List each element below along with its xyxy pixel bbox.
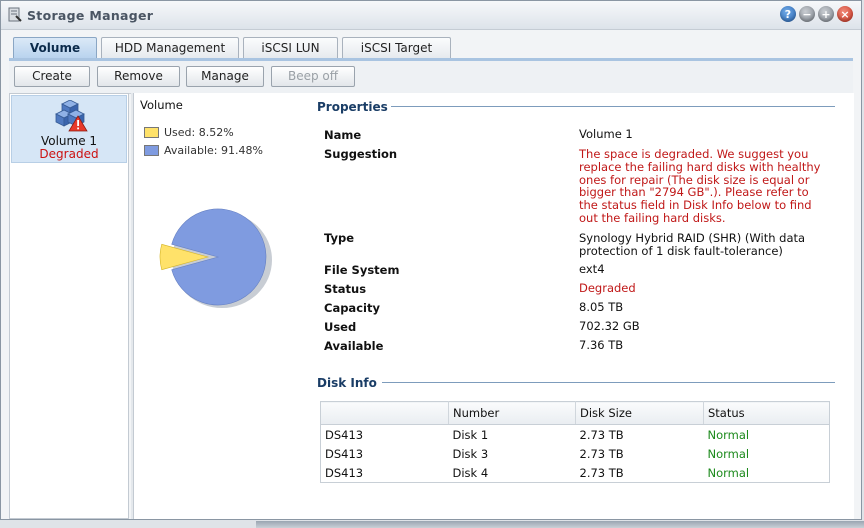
- properties-rule: [391, 106, 835, 107]
- remove-button[interactable]: Remove: [97, 66, 180, 87]
- prop-value-status: Degraded: [579, 281, 636, 295]
- used-label: Used: 8.52%: [164, 126, 234, 139]
- title-bar: Storage Manager ? − + ×: [1, 1, 861, 30]
- legend-available: Available: 91.48%: [144, 144, 263, 157]
- prop-label-used: Used: [324, 320, 357, 334]
- prop-label-suggestion: Suggestion: [324, 147, 398, 161]
- usage-panel: Volume Used: 8.52% Available: 91.48%: [133, 93, 301, 519]
- available-swatch: [144, 145, 159, 156]
- prop-label-capacity: Capacity: [324, 301, 380, 315]
- table-row[interactable]: DS413 Disk 4 2.73 TB Normal: [321, 463, 830, 483]
- help-icon[interactable]: ?: [780, 6, 796, 22]
- prop-value-name: Volume 1: [579, 127, 633, 141]
- table-row[interactable]: DS413 Disk 3 2.73 TB Normal: [321, 444, 830, 463]
- properties-heading: Properties: [317, 100, 388, 114]
- cell-device: DS413: [325, 446, 364, 461]
- storage-manager-app-icon: [8, 7, 22, 22]
- close-icon[interactable]: ×: [837, 6, 853, 22]
- usage-title: Volume: [140, 98, 183, 112]
- cell-disk-size: 2.73 TB: [579, 446, 624, 461]
- tab-iscsi-target[interactable]: iSCSI Target: [342, 37, 451, 58]
- cell-device: DS413: [325, 427, 364, 442]
- volume-name: Volume 1: [40, 134, 98, 148]
- create-button[interactable]: Create: [14, 66, 90, 87]
- cell-status: Normal: [707, 427, 750, 442]
- prop-value-available: 7.36 TB: [579, 338, 624, 352]
- available-label: Available: 91.48%: [164, 144, 263, 157]
- details-panel: Properties Name Volume 1 Suggestion The …: [301, 93, 854, 519]
- disk-info-heading: Disk Info: [317, 376, 377, 390]
- column-header-device[interactable]: [320, 401, 449, 425]
- cell-status: Normal: [707, 446, 750, 461]
- table-row[interactable]: DS413 Disk 1 2.73 TB Normal: [321, 425, 830, 445]
- cell-number: Disk 4: [452, 465, 489, 480]
- beep-off-button[interactable]: Beep off: [271, 66, 355, 87]
- usage-pie-chart: [159, 208, 272, 308]
- prop-label-file-system: File System: [324, 263, 400, 277]
- prop-value-used: 702.32 GB: [579, 319, 640, 333]
- cell-disk-size: 2.73 TB: [579, 427, 624, 442]
- tab-hdd-management[interactable]: HDD Management: [101, 37, 239, 58]
- volume-list-item[interactable]: Volume 1 Degraded: [11, 95, 127, 163]
- prop-label-available: Available: [324, 339, 384, 353]
- tab-volume[interactable]: Volume: [13, 37, 97, 58]
- prop-label-name: Name: [324, 128, 362, 142]
- tab-bar: Volume HDD Management iSCSI LUN iSCSI Ta…: [13, 37, 451, 59]
- degraded-volume-icon: [55, 100, 88, 132]
- column-header-status[interactable]: Status: [703, 401, 830, 425]
- tab-iscsi-lun[interactable]: iSCSI LUN: [243, 37, 338, 58]
- disk-info-rule: [382, 382, 835, 383]
- prop-label-type: Type: [324, 231, 355, 245]
- manage-button[interactable]: Manage: [186, 66, 264, 87]
- prop-label-status: Status: [324, 282, 367, 296]
- toolbar: Create Remove Manage Beep off: [9, 61, 853, 94]
- window-title: Storage Manager: [27, 8, 154, 23]
- column-header-number[interactable]: Number: [448, 401, 576, 425]
- volume-list-panel: Volume 1 Degraded: [9, 93, 129, 519]
- minimize-icon[interactable]: −: [799, 6, 815, 22]
- disk-info-table: Number Disk Size Status DS413 Disk 1 2.7…: [320, 401, 830, 483]
- window-controls: ? − + ×: [780, 6, 853, 22]
- volume-state: Degraded: [39, 147, 99, 161]
- prop-value-capacity: 8.05 TB: [579, 300, 624, 314]
- prop-value-file-system: ext4: [579, 262, 605, 276]
- cell-number: Disk 3: [452, 446, 489, 461]
- cell-status: Normal: [707, 465, 750, 480]
- table-header-row: Number Disk Size Status: [320, 401, 830, 425]
- cell-number: Disk 1: [452, 427, 489, 442]
- cell-device: DS413: [325, 465, 364, 480]
- maximize-icon[interactable]: +: [818, 6, 834, 22]
- used-swatch: [144, 127, 159, 138]
- prop-value-type: Synology Hybrid RAID (SHR) (With data pr…: [579, 231, 806, 258]
- column-header-disk-size[interactable]: Disk Size: [575, 401, 704, 425]
- window-bottom-edge: [256, 521, 864, 528]
- cell-disk-size: 2.73 TB: [579, 465, 624, 480]
- legend-used: Used: 8.52%: [144, 126, 234, 139]
- prop-value-suggestion: The space is degraded. We suggest you re…: [579, 147, 821, 225]
